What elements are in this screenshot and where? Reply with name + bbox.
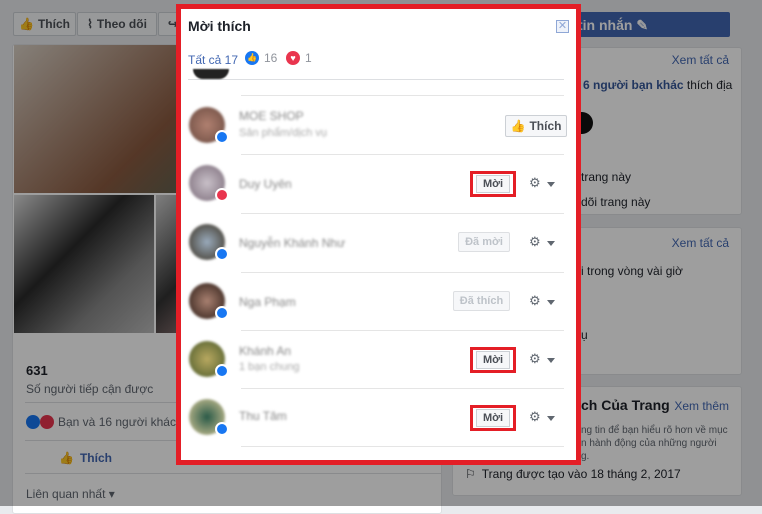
invite-button[interactable]: Mời (470, 171, 516, 197)
gear-icon[interactable]: ⚙ (529, 293, 541, 309)
chevron-down-icon[interactable] (547, 241, 555, 246)
invite-likes-dialog: Mời thích ✕ Tất cả 17 👍 16 ♥ 1 MOE SHOP … (176, 4, 581, 465)
chevron-down-icon[interactable] (547, 416, 555, 421)
love-reaction-icon: ♥ (286, 51, 300, 65)
chevron-down-icon[interactable] (547, 300, 555, 305)
list-item: Nga Phạm Đã thích ⚙ (181, 273, 576, 331)
like-page-button[interactable]: 👍 Thích (505, 115, 567, 137)
tab-love[interactable]: ♥ 1 (286, 51, 312, 65)
tab-like[interactable]: 👍 16 (245, 51, 277, 65)
list-item: Nguyễn Khánh Như Đã mời ⚙ (181, 214, 576, 272)
list-item: MOE SHOP Sản phẩm/dịch vụ 👍 Thích (181, 96, 576, 154)
list-item: Khánh An 1 bạn chung Mời ⚙ (181, 331, 576, 389)
like-reaction-icon (215, 306, 229, 320)
invite-button[interactable]: Mời (470, 347, 516, 373)
scrolled-avatar (193, 69, 229, 79)
already-liked-button: Đã thích (453, 291, 510, 311)
love-reaction-icon (215, 188, 229, 202)
list-item: Duy Uyên Mời ⚙ (181, 155, 576, 213)
like-reaction-icon (215, 364, 229, 378)
thumbs-up-icon: 👍 (510, 119, 526, 133)
like-reaction-icon (215, 247, 229, 261)
dialog-title: Mời thích (188, 18, 251, 34)
close-icon[interactable]: ✕ (556, 20, 569, 33)
invited-button: Đã mời (458, 232, 510, 252)
tab-all[interactable]: Tất cả 17 (188, 53, 238, 67)
gear-icon[interactable]: ⚙ (529, 175, 541, 191)
chevron-down-icon[interactable] (547, 182, 555, 187)
like-reaction-icon (215, 422, 229, 436)
invite-button[interactable]: Mời (470, 405, 516, 431)
like-reaction-icon (215, 130, 229, 144)
gear-icon[interactable]: ⚙ (529, 351, 541, 367)
chevron-down-icon[interactable] (547, 358, 555, 363)
like-reaction-icon: 👍 (245, 51, 259, 65)
gear-icon[interactable]: ⚙ (529, 409, 541, 425)
list-item: Thu Tâm Mời ⚙ (181, 389, 576, 447)
gear-icon[interactable]: ⚙ (529, 234, 541, 250)
